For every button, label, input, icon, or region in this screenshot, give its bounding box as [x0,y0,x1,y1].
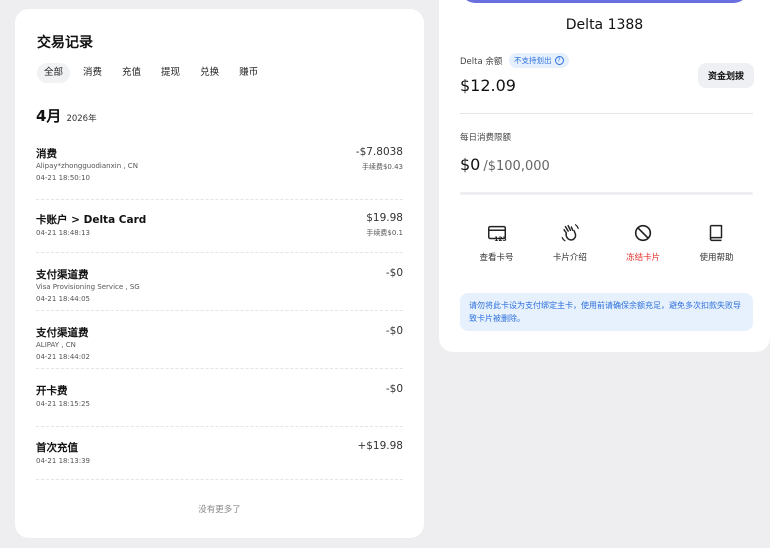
freeze-card-button[interactable]: 冻结卡片 [607,222,680,263]
transaction-row[interactable]: 卡账户 > Delta Card 04-21 18:48:13 $19.98 手… [36,200,403,253]
transaction-amount: -$0 [385,383,403,395]
transaction-merchant: Alipay*zhongguodianxin , CN [36,162,138,170]
transaction-date: 04-21 18:50:10 [36,174,91,182]
card-panel: Delta 1388 Delta 余额 不支持划出 ? $12.09 资金划拨 … [439,0,770,352]
warning-notice: 请勿将此卡设为支付绑定主卡，使用前请确保余额充足，避免多次扣款失败导致卡片被删除… [460,293,753,331]
transaction-date: 04-21 18:48:13 [36,229,91,237]
view-card-number-button[interactable]: 123 查看卡号 [460,222,533,263]
transaction-amount: -$7.8038 [355,146,403,158]
filter-tab-withdraw[interactable]: 提现 [154,63,187,83]
limit-max: /$100,000 [483,159,550,174]
transaction-title: 开卡费 [36,385,68,397]
transaction-title: 首次充值 [36,442,78,454]
no-transfer-out-badge[interactable]: 不支持划出 ? [509,53,569,68]
action-label: 卡片介绍 [552,253,587,263]
transaction-date: 04-21 18:44:02 [36,353,91,361]
month-header: 4月 2026年 [36,105,97,126]
info-icon[interactable]: ? [554,56,564,65]
balance-value: $12.09 [460,76,516,95]
transaction-title: 消费 [36,148,57,160]
transaction-row[interactable]: 开卡费 04-21 18:15:25 -$0 [36,369,403,427]
transactions-panel: 交易记录 全部 消费 充值 提现 兑换 赚币 4月 2026年 消费 Alipa… [15,9,424,538]
transaction-title: 支付渠道费 [36,327,89,339]
filter-tab-all[interactable]: 全部 [37,63,71,83]
transaction-merchant: Visa Provisioning Service , SG [36,283,140,291]
transaction-merchant: ALIPAY , CN [36,341,76,349]
card-name: Delta 1388 [565,17,644,33]
transaction-date: 04-21 18:15:25 [36,400,91,408]
transaction-fee: 手续费$0.1 [366,229,403,237]
transaction-title: 卡账户 > Delta Card [36,214,147,226]
badge-text: 不支持划出 [514,56,552,65]
filter-tab-earn[interactable]: 赚币 [232,63,265,83]
action-label: 查看卡号 [479,253,514,263]
transaction-row[interactable]: 首次充值 04-21 18:13:39 +$19.98 [36,427,403,480]
book-icon [710,224,723,242]
transaction-amount: +$19.98 [357,440,403,452]
card-image[interactable] [461,0,748,3]
card-number-icon: 123 [487,225,506,243]
card-intro-button[interactable]: 卡片介绍 [533,222,606,263]
transaction-row[interactable]: 支付渠道费 ALIPAY , CN 04-21 18:44:02 -$0 [36,311,403,369]
transaction-date: 04-21 18:13:39 [36,457,91,465]
no-more-text: 没有更多了 [198,505,241,515]
transaction-date: 04-21 18:44:05 [36,295,91,303]
action-label: 冻结卡片 [626,253,661,263]
filter-tabs: 全部 消费 充值 提现 兑换 赚币 [37,63,265,83]
transactions-title: 交易记录 [37,35,93,51]
usage-help-button[interactable]: 使用帮助 [680,222,753,263]
svg-text:123: 123 [494,236,506,243]
transaction-amount: -$0 [385,267,403,279]
block-icon [634,224,652,242]
transaction-list: 消费 Alipay*zhongguodianxin , CN 04-21 18:… [36,139,403,480]
month-label: 4月 [36,107,62,125]
daily-limit-value: $0/$100,000 [460,155,550,174]
transaction-row[interactable]: 消费 Alipay*zhongguodianxin , CN 04-21 18:… [36,139,403,200]
limit-spent: $0 [460,155,481,174]
transaction-fee: 手续费$0.43 [361,163,403,171]
year-label: 2026年 [66,114,97,124]
hand-wave-icon [561,224,579,242]
filter-tab-topup[interactable]: 充值 [115,63,148,83]
action-label: 使用帮助 [699,253,734,263]
fund-transfer-button[interactable]: 资金划拨 [697,63,754,88]
transaction-row[interactable]: 支付渠道费 Visa Provisioning Service , SG 04-… [36,253,403,311]
transaction-amount: $19.98 [366,212,403,224]
transaction-amount: -$0 [385,325,403,337]
card-actions: 123 查看卡号 卡片介绍 冻结卡片 使用帮助 [460,222,753,263]
daily-limit-label: 每日消费限额 [460,133,512,143]
balance-label: Delta 余额 [460,57,503,67]
filter-tab-exchange[interactable]: 兑换 [193,63,226,83]
filter-tab-spend[interactable]: 消费 [76,63,109,83]
transaction-title: 支付渠道费 [36,269,89,281]
divider [460,113,753,114]
limit-progress-bar [460,192,753,195]
